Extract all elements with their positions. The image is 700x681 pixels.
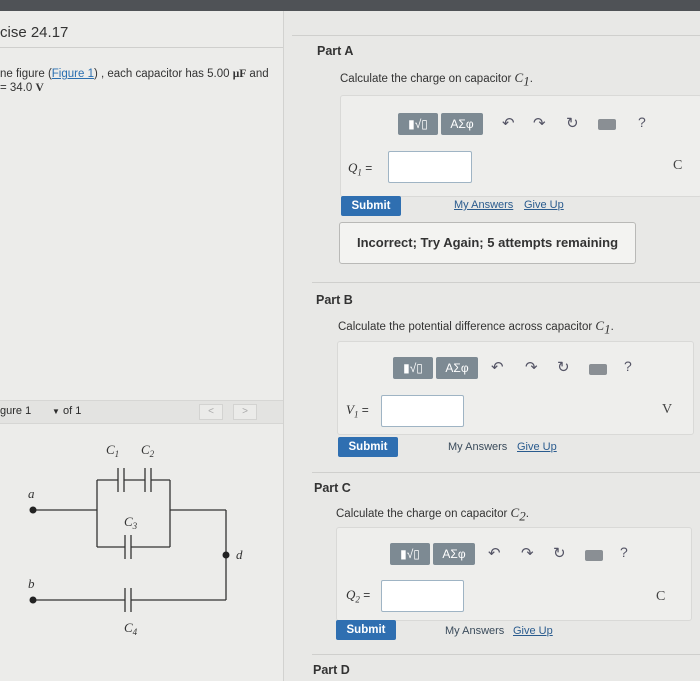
reset-icon[interactable]: ↻ bbox=[566, 114, 579, 132]
label-c2: C2 bbox=[141, 442, 155, 459]
figure-link[interactable]: Figure 1 bbox=[52, 68, 94, 80]
part-c-prompt: Calculate the charge on capacitor C2. bbox=[336, 505, 529, 524]
undo-icon[interactable]: ↶ bbox=[491, 358, 504, 376]
part-b-answer-input[interactable] bbox=[381, 395, 464, 427]
part-c-divider bbox=[312, 472, 700, 473]
keyboard-icon[interactable] bbox=[598, 119, 616, 130]
problem-intro: ne figure (Figure 1) , each capacitor ha… bbox=[0, 67, 280, 95]
part-b-divider bbox=[312, 282, 700, 283]
keyboard-icon[interactable] bbox=[589, 364, 607, 375]
part-b-give-up-link[interactable]: Give Up bbox=[517, 441, 557, 453]
undo-icon[interactable]: ↶ bbox=[488, 544, 501, 562]
templates-button[interactable]: ▮√▯ bbox=[393, 357, 433, 379]
part-c-submit-button[interactable]: Submit bbox=[336, 620, 396, 640]
part-c-give-up-link[interactable]: Give Up bbox=[513, 625, 553, 637]
part-a-prompt-text: Calculate the charge on capacitor bbox=[340, 73, 515, 85]
help-icon[interactable]: ? bbox=[624, 358, 632, 374]
label-d: d bbox=[236, 547, 243, 562]
label-a: a bbox=[28, 486, 35, 501]
terminal-d bbox=[222, 551, 230, 559]
part-c-heading: Part C bbox=[314, 481, 351, 495]
figure-selector[interactable]: ▼ of 1 bbox=[52, 405, 81, 417]
part-a-submit-button[interactable]: Submit bbox=[341, 196, 401, 216]
help-icon[interactable]: ? bbox=[638, 114, 646, 130]
intro-line2: = 34.0 bbox=[0, 82, 36, 94]
redo-icon[interactable]: ↷ bbox=[525, 358, 538, 376]
circuit-diagram: a d b C1 C2 C3 C4 bbox=[28, 442, 243, 637]
part-c-variable: Q2 = bbox=[346, 587, 370, 605]
part-a-prompt: Calculate the charge on capacitor C1. bbox=[340, 70, 533, 89]
part-c-my-answers-link[interactable]: My Answers bbox=[445, 625, 504, 637]
part-c-answer-input[interactable] bbox=[381, 580, 464, 612]
reset-icon[interactable]: ↻ bbox=[553, 544, 566, 562]
part-b-prompt-text: Calculate the potential difference acros… bbox=[338, 321, 596, 333]
terminal-a bbox=[29, 506, 37, 514]
part-b-submit-button[interactable]: Submit bbox=[338, 437, 398, 457]
exercise-title: cise 24.17 bbox=[0, 24, 69, 41]
part-a-var: Q bbox=[348, 160, 358, 175]
symbols-button[interactable]: ΑΣφ bbox=[436, 357, 478, 379]
symbols-button[interactable]: ΑΣφ bbox=[433, 543, 475, 565]
part-b-my-answers-link[interactable]: My Answers bbox=[448, 441, 507, 453]
label-c3: C3 bbox=[124, 514, 138, 531]
browser-top-bar bbox=[0, 0, 700, 11]
intro-middle: ) , each capacitor has 5.00 bbox=[93, 68, 233, 80]
pane-divider bbox=[283, 11, 284, 681]
part-b-prompt: Calculate the potential difference acros… bbox=[338, 318, 614, 337]
part-a-equals: = bbox=[361, 161, 373, 175]
part-b-symbol: C bbox=[595, 318, 605, 333]
part-c-var: Q bbox=[346, 587, 356, 602]
redo-icon[interactable]: ↷ bbox=[521, 544, 534, 562]
part-b-heading: Part B bbox=[316, 293, 353, 307]
intro-prefix: ne figure ( bbox=[0, 68, 52, 80]
part-a-unit: C bbox=[673, 158, 683, 173]
part-c-equals: = bbox=[359, 588, 371, 602]
part-b-unit: V bbox=[662, 402, 673, 417]
redo-icon[interactable]: ↷ bbox=[533, 114, 546, 132]
help-icon[interactable]: ? bbox=[620, 544, 628, 560]
label-c1: C1 bbox=[106, 442, 119, 459]
part-c-prompt-text: Calculate the charge on capacitor bbox=[336, 508, 511, 520]
next-figure-button[interactable]: > bbox=[233, 404, 257, 420]
part-b-prompt-end: . bbox=[610, 321, 614, 333]
part-d-heading: Part D bbox=[313, 663, 350, 677]
part-d-divider bbox=[312, 654, 700, 655]
intro-suffix: and bbox=[246, 68, 269, 80]
part-a-give-up-link[interactable]: Give Up bbox=[524, 199, 564, 211]
part-a-answer-input[interactable] bbox=[388, 151, 472, 183]
label-c4: C4 bbox=[124, 620, 138, 637]
part-a-heading: Part A bbox=[317, 44, 354, 58]
figure-navigation-bar: gure 1 ▼ of 1 < > bbox=[0, 400, 283, 424]
symbols-button[interactable]: ΑΣφ bbox=[441, 113, 483, 135]
part-c-unit: C bbox=[656, 589, 666, 604]
capacitance-unit: μF bbox=[232, 68, 247, 80]
templates-button[interactable]: ▮√▯ bbox=[398, 113, 438, 135]
part-c-prompt-end: . bbox=[525, 508, 529, 520]
undo-icon[interactable]: ↶ bbox=[502, 114, 515, 132]
part-a-feedback: Incorrect; Try Again; 5 attempts remaini… bbox=[339, 222, 636, 264]
terminal-b bbox=[29, 596, 37, 604]
part-b-variable: V1 = bbox=[346, 402, 369, 420]
figure-count: of 1 bbox=[62, 405, 82, 417]
keyboard-icon[interactable] bbox=[585, 550, 603, 561]
part-a-my-answers-link[interactable]: My Answers bbox=[454, 199, 513, 211]
part-a-symbol: C bbox=[514, 70, 524, 85]
templates-button[interactable]: ▮√▯ bbox=[390, 543, 430, 565]
figure-label: gure 1 bbox=[0, 405, 32, 417]
part-a-variable: Q1 = bbox=[348, 160, 372, 178]
voltage-unit: V bbox=[35, 82, 44, 94]
part-a-prompt-end: . bbox=[529, 73, 533, 85]
part-a-divider bbox=[292, 35, 700, 36]
prev-figure-button[interactable]: < bbox=[199, 404, 223, 420]
reset-icon[interactable]: ↻ bbox=[557, 358, 570, 376]
part-b-equals: = bbox=[358, 403, 369, 417]
dropdown-arrow-icon: ▼ bbox=[52, 407, 60, 416]
part-b-var: V bbox=[346, 402, 354, 417]
part-c-symbol: C bbox=[510, 505, 520, 520]
title-divider bbox=[0, 47, 283, 48]
label-b: b bbox=[28, 576, 35, 591]
